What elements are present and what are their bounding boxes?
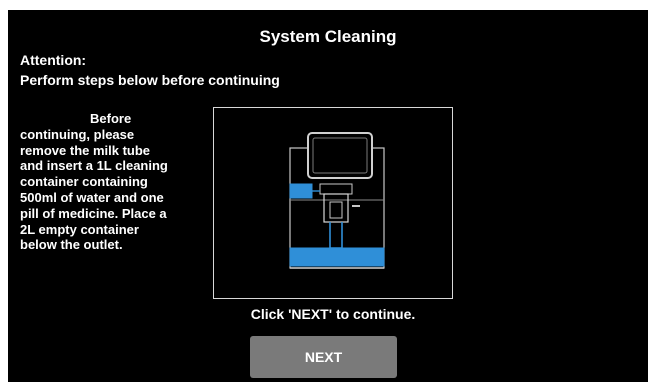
page-title: System Cleaning [259, 27, 397, 46]
cleaning-tube-highlight [329, 222, 343, 249]
system-cleaning-screen: System Cleaning Attention: Perform steps… [8, 10, 648, 382]
coffee-machine-icon [289, 132, 385, 269]
water-tank-highlight [289, 183, 313, 199]
cleaning-instructions: Before continuing, please remove the mil… [20, 111, 168, 253]
machine-display [307, 132, 373, 179]
drip-tray-highlight [289, 247, 385, 267]
continue-hint: Click 'NEXT' to continue. [250, 306, 416, 322]
illustration-frame [213, 107, 453, 299]
attention-label: Attention: [20, 52, 87, 68]
next-button[interactable]: NEXT [250, 336, 397, 378]
outlet [329, 201, 343, 219]
instruction-subtitle: Perform steps below before continuing [20, 72, 280, 88]
dispenser-head [319, 183, 353, 195]
